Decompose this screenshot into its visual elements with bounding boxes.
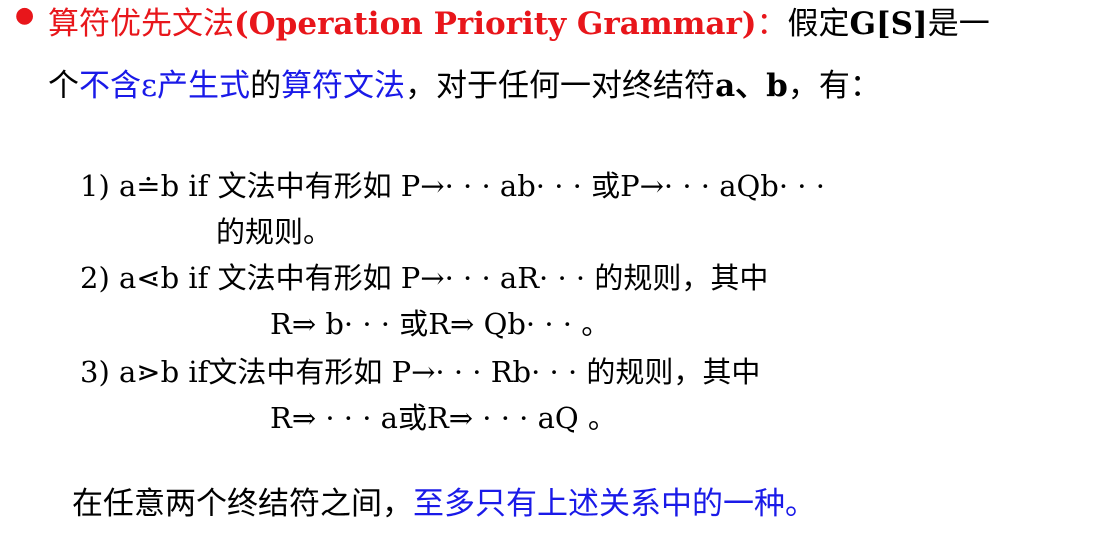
grammar-symbol: G[S] xyxy=(849,6,928,42)
colon: ： xyxy=(756,6,788,42)
rule-2-line-1: 2) a⋖b if 文法中有形如 P→· · · aR· · · 的规则，其中 xyxy=(80,261,769,295)
conclusion-prefix: 在任意两个终结符之间， xyxy=(72,486,413,522)
definition-line-1: 算符优先文法(Operation Priority Grammar)：假定G[S… xyxy=(48,4,990,44)
line2-part-b: 的 xyxy=(250,68,282,104)
assume-text: 假定 xyxy=(787,6,850,42)
bullet-icon: ● xyxy=(15,3,35,28)
rule-3-line-1: 3) a⋗b if文法中有形如 P→· · · Rb· · · 的规则，其中 xyxy=(80,355,761,389)
conclusion-line: 在任意两个终结符之间，至多只有上述关系中的一种。 xyxy=(72,484,816,524)
line2-part-a: 个 xyxy=(48,68,79,104)
terminals-ab: a、b xyxy=(715,68,788,104)
term-chinese: 算符优先文法 xyxy=(48,6,234,42)
conclusion-highlight: 至多只有上述关系中的一种。 xyxy=(413,486,816,522)
line2-part-c: ，对于任何一对终结符 xyxy=(405,68,716,104)
rule-2-line-2: R⇒ b· · · 或R⇒ Qb· · · 。 xyxy=(270,307,611,341)
operator-grammar-text: 算符文法 xyxy=(281,68,406,104)
term-english: (Operation Priority Grammar) xyxy=(234,6,757,42)
rule-3-line-2: R⇒ · · · a或R⇒ · · · aQ 。 xyxy=(270,401,617,435)
no-epsilon-text: 不含ε产生式 xyxy=(79,68,251,104)
is-a-text: 是一 xyxy=(927,6,990,42)
definition-line-2: 个不含ε产生式的算符文法，对于任何一对终结符a、b，有： xyxy=(48,66,881,106)
rule-1-line-2: 的规则。 xyxy=(216,215,333,249)
rule-1-line-1: 1) a≐b if 文法中有形如 P→· · · ab· · · 或P→· · … xyxy=(80,169,825,203)
line2-part-d: ，有： xyxy=(787,68,881,104)
